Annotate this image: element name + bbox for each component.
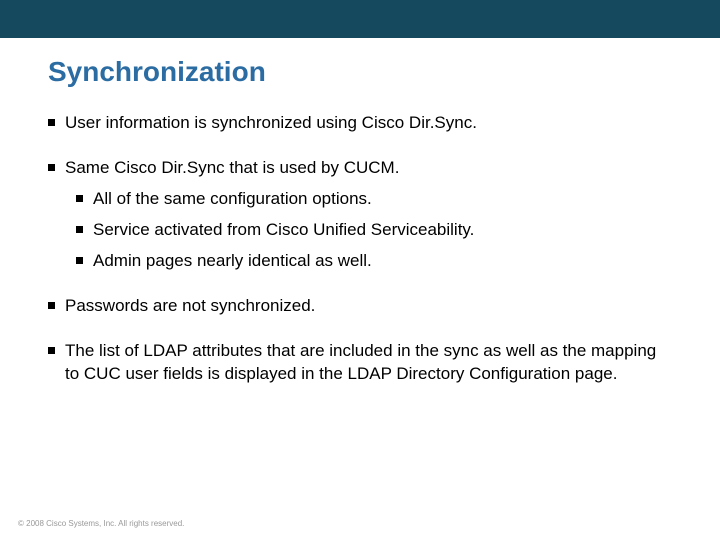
square-bullet-icon bbox=[48, 347, 55, 354]
bullet-item: The list of LDAP attributes that are inc… bbox=[48, 340, 672, 386]
sub-bullet-list: All of the same configuration options. S… bbox=[48, 188, 672, 273]
copyright-footer: © 2008 Cisco Systems, Inc. All rights re… bbox=[18, 519, 184, 528]
square-bullet-icon bbox=[76, 195, 83, 202]
bullet-item: Same Cisco Dir.Sync that is used by CUCM… bbox=[48, 157, 672, 180]
square-bullet-icon bbox=[48, 164, 55, 171]
slide-content: Synchronization User information is sync… bbox=[0, 38, 720, 386]
bullet-item: User information is synchronized using C… bbox=[48, 112, 672, 135]
sub-bullet-item: Admin pages nearly identical as well. bbox=[76, 250, 672, 273]
bullet-text: Admin pages nearly identical as well. bbox=[93, 250, 672, 273]
bullet-text: User information is synchronized using C… bbox=[65, 112, 672, 135]
square-bullet-icon bbox=[48, 119, 55, 126]
slide-title: Synchronization bbox=[48, 56, 672, 88]
top-banner bbox=[0, 0, 720, 38]
bullet-text: Same Cisco Dir.Sync that is used by CUCM… bbox=[65, 157, 672, 180]
square-bullet-icon bbox=[48, 302, 55, 309]
bullet-list: User information is synchronized using C… bbox=[48, 112, 672, 386]
bullet-item: Passwords are not synchronized. bbox=[48, 295, 672, 318]
bullet-text: All of the same configuration options. bbox=[93, 188, 672, 211]
bullet-text: Passwords are not synchronized. bbox=[65, 295, 672, 318]
sub-bullet-item: Service activated from Cisco Unified Ser… bbox=[76, 219, 672, 242]
bullet-text: Service activated from Cisco Unified Ser… bbox=[93, 219, 672, 242]
square-bullet-icon bbox=[76, 226, 83, 233]
sub-bullet-item: All of the same configuration options. bbox=[76, 188, 672, 211]
square-bullet-icon bbox=[76, 257, 83, 264]
bullet-text: The list of LDAP attributes that are inc… bbox=[65, 340, 672, 386]
